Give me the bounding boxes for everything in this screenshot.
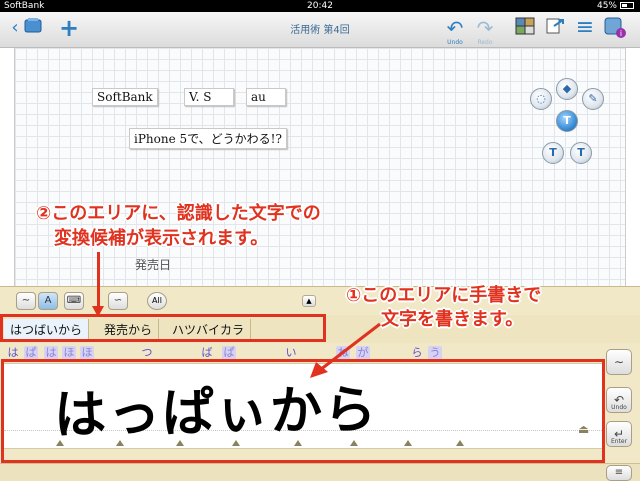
undo-side-label: Undo	[611, 404, 627, 411]
annotation-2-line1: ②このエリアに、認識した文字での	[36, 203, 321, 224]
stroke-side-icon[interactable]: ∼	[606, 349, 632, 375]
status-bar: SoftBank 20:42 45%	[0, 0, 640, 12]
battery-icon	[620, 2, 634, 9]
textbox-softbank[interactable]: SoftBank	[92, 88, 158, 106]
handwriting-mode-icon[interactable]: A	[38, 292, 58, 310]
undo-side-button[interactable]: ↶ Undo	[606, 387, 632, 413]
top-toolbar: ‹ + 活用術 第4回 ↶ Undo ↷ Redo ≡ i	[0, 12, 640, 48]
all-button[interactable]: All	[147, 292, 167, 310]
redo-label: Redo	[477, 39, 493, 46]
stroke-char[interactable]: つ	[140, 346, 154, 360]
stroke-char[interactable]: い	[284, 346, 298, 360]
redo-button[interactable]: ↷ Redo	[472, 16, 498, 46]
eraser-icon[interactable]: ◆	[556, 78, 578, 100]
annotation-2-arrow	[97, 252, 100, 308]
undo-icon: ↶	[446, 16, 464, 40]
enter-label: Enter	[610, 438, 628, 445]
stroke-char[interactable]: ほ	[80, 346, 94, 360]
enter-button[interactable]: ↵ Enter	[606, 421, 632, 447]
lasso-icon[interactable]: ◌	[530, 88, 552, 110]
stroke-char[interactable]: ば	[200, 346, 214, 360]
undo-button[interactable]: ↶ Undo	[442, 16, 468, 46]
battery-indicator: 45%	[597, 0, 634, 12]
partial-text: 発売日	[135, 258, 172, 272]
text-icon[interactable]: T	[556, 110, 578, 132]
stroke-char[interactable]: う	[428, 346, 442, 360]
keyboard-icon[interactable]: ⌨	[64, 292, 84, 310]
textbox-vs[interactable]: V. S	[184, 88, 234, 106]
stroke-char[interactable]: ぱ	[222, 346, 236, 360]
annotation-box-candidates	[0, 314, 326, 342]
battery-label: 45%	[596, 1, 617, 11]
annotation-2-arrowhead	[92, 306, 104, 317]
undo-label: Undo	[447, 39, 463, 46]
clock: 20:42	[307, 1, 333, 11]
bottom-scroll-strip[interactable]: ≡	[0, 463, 640, 481]
stroke-char[interactable]: ら	[410, 346, 424, 360]
text-tool-label: T	[563, 114, 571, 127]
textbox-headline[interactable]: iPhone 5で、どうかわる!?	[129, 128, 287, 149]
text-minus-icon[interactable]: T	[542, 142, 564, 164]
textbox-au[interactable]: au	[246, 88, 286, 106]
annotation-1-line2: 文字を書きます。	[381, 309, 524, 330]
stroke-icon[interactable]: ∽	[108, 292, 128, 310]
stroke-char[interactable]: ほ	[62, 346, 76, 360]
stroke-char[interactable]: は	[6, 346, 20, 360]
annotation-1-arrow	[310, 322, 381, 378]
collapse-icon[interactable]: ▲	[302, 295, 316, 307]
list-icon[interactable]: ≡	[606, 465, 632, 481]
app-icon[interactable]: i	[602, 16, 628, 44]
pages-icon[interactable]	[512, 16, 538, 44]
text-plus-icon[interactable]: T	[570, 142, 592, 164]
pen-mode-icon[interactable]: ∼	[16, 292, 36, 310]
annotation-1-line1: ①このエリアに手書きで	[346, 285, 542, 306]
pen-icon[interactable]: ✎	[582, 88, 604, 110]
stroke-char[interactable]: は	[44, 346, 58, 360]
annotation-2-line2: 変換候補が表示されます。	[54, 228, 269, 249]
export-icon[interactable]	[542, 16, 568, 44]
tool-palette: ◌ ◆ ✎ T T T	[522, 72, 616, 184]
svg-text:i: i	[620, 29, 622, 38]
stroke-char[interactable]: ぱ	[24, 346, 38, 360]
redo-icon: ↷	[476, 16, 494, 40]
menu-icon[interactable]: ≡	[572, 16, 598, 44]
